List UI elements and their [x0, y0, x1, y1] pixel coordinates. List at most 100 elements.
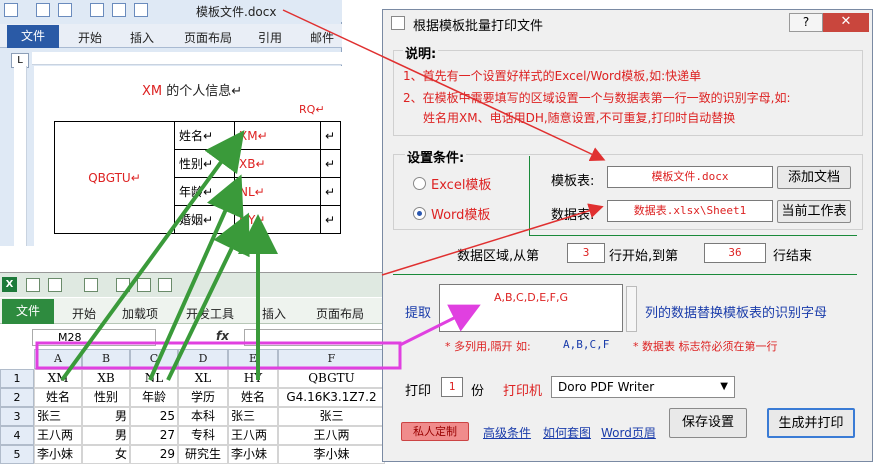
- cell[interactable]: G4.16K3.1Z7.2: [278, 388, 385, 407]
- cell[interactable]: 张三: [34, 407, 82, 426]
- extract-description: 列的数据替换模板表的识别字母: [645, 306, 828, 321]
- cell[interactable]: HY: [228, 369, 278, 388]
- cell[interactable]: 男: [82, 426, 130, 445]
- print-preview-icon[interactable]: [158, 278, 172, 292]
- word-window: 模板文件.docx 文件 开始 插入 页面布局 引用 邮件 L XM 的个人信息…: [0, 0, 342, 246]
- column-header-b[interactable]: B: [82, 349, 130, 369]
- start-row-field[interactable]: 3: [567, 243, 605, 263]
- excel-tab-home[interactable]: 开始: [72, 305, 96, 322]
- extract-note-1: * 多列用,隔开 如:: [445, 340, 531, 353]
- cell[interactable]: 李小妹: [278, 445, 385, 464]
- row-header[interactable]: 4: [0, 426, 34, 445]
- redo-icon[interactable]: [84, 278, 98, 292]
- cell[interactable]: 姓名: [228, 388, 278, 407]
- new-doc-icon[interactable]: [116, 278, 130, 292]
- custom-button[interactable]: 私人定制: [401, 422, 469, 441]
- column-header-f[interactable]: F: [278, 349, 385, 369]
- cell[interactable]: 王八两: [278, 426, 385, 445]
- how-to-template-link[interactable]: 如何套图: [543, 424, 591, 441]
- cell[interactable]: 李小妹: [228, 445, 278, 464]
- current-sheet-button[interactable]: 当前工作表: [777, 200, 851, 223]
- print-preview-icon[interactable]: [134, 3, 148, 17]
- word-header-link[interactable]: Word页眉: [601, 424, 656, 441]
- cell[interactable]: 女: [82, 445, 130, 464]
- column-header-a[interactable]: A: [34, 349, 82, 369]
- end-row-field[interactable]: 36: [704, 243, 766, 263]
- cell[interactable]: XB: [82, 369, 130, 388]
- word-template-label[interactable]: Word模板: [431, 204, 490, 223]
- undo-icon[interactable]: [48, 278, 62, 292]
- cell[interactable]: 姓名: [34, 388, 82, 407]
- cell[interactable]: XM: [34, 369, 82, 388]
- excel-tab-file[interactable]: 文件: [2, 299, 54, 324]
- printer-select[interactable]: Doro PDF Writer ▼: [551, 376, 735, 398]
- document-page[interactable]: XM 的个人信息↵ RQ↵ QBGTU↵ 姓名↵ XM↵ ↵ 性别↵ XB↵ ↵…: [34, 66, 342, 246]
- undo-icon[interactable]: [58, 3, 72, 17]
- code-cell: XB↵: [234, 149, 321, 178]
- excel-tab-addins[interactable]: 加载项: [122, 305, 158, 322]
- excel-template-radio[interactable]: [413, 177, 426, 190]
- data-sheet-label: 数据表:: [551, 208, 595, 223]
- cell[interactable]: XL: [178, 369, 228, 388]
- generate-print-button[interactable]: 生成并打印: [767, 408, 855, 438]
- excel-tab-layout[interactable]: 页面布局: [316, 305, 364, 322]
- add-document-button[interactable]: 添加文档: [777, 166, 851, 189]
- row-header[interactable]: 5: [0, 445, 34, 464]
- extract-field-scrollbar[interactable]: [626, 286, 637, 332]
- cell[interactable]: 李小妹: [34, 445, 82, 464]
- cell[interactable]: 性别: [82, 388, 130, 407]
- template-field[interactable]: 模板文件.docx: [607, 166, 773, 188]
- cell[interactable]: 年龄: [130, 388, 178, 407]
- word-tab-layout[interactable]: 页面布局: [184, 29, 232, 46]
- name-box[interactable]: M28: [32, 329, 156, 346]
- excel-tab-insert[interactable]: 插入: [262, 305, 286, 322]
- cell[interactable]: 25: [130, 407, 178, 426]
- open-folder-icon[interactable]: [137, 278, 151, 292]
- word-template-radio[interactable]: [413, 207, 426, 220]
- cell[interactable]: 张三: [228, 407, 278, 426]
- cell[interactable]: QBGTU: [278, 369, 385, 388]
- label-cell: 婚姻↵: [174, 205, 235, 234]
- redo-icon[interactable]: [90, 3, 104, 17]
- vertical-ruler[interactable]: [14, 66, 27, 246]
- save-settings-button[interactable]: 保存设置: [669, 408, 747, 438]
- excel-tab-developer[interactable]: 开发工具: [186, 305, 234, 322]
- copies-field[interactable]: 1: [441, 377, 463, 397]
- word-tab-insert[interactable]: 插入: [130, 29, 154, 46]
- cell[interactable]: 27: [130, 426, 178, 445]
- horizontal-ruler[interactable]: [32, 52, 342, 65]
- cell[interactable]: 王八两: [228, 426, 278, 445]
- column-header-c[interactable]: C: [130, 349, 178, 369]
- cell[interactable]: 29: [130, 445, 178, 464]
- word-tab-mailings[interactable]: 邮件: [310, 29, 334, 46]
- cell[interactable]: 男: [82, 407, 130, 426]
- cell[interactable]: 专科: [178, 426, 228, 445]
- new-doc-icon[interactable]: [112, 3, 126, 17]
- fx-icon[interactable]: fx: [216, 329, 229, 343]
- excel-template-label[interactable]: Excel模板: [431, 174, 491, 193]
- cell[interactable]: 学历: [178, 388, 228, 407]
- cell[interactable]: 张三: [278, 407, 385, 426]
- formula-bar[interactable]: [244, 329, 385, 346]
- column-header-d[interactable]: D: [178, 349, 228, 369]
- close-button[interactable]: ✕: [823, 13, 869, 32]
- save-icon[interactable]: [26, 278, 40, 292]
- column-header-e[interactable]: E: [228, 349, 278, 369]
- row-header[interactable]: 2: [0, 388, 34, 407]
- cell[interactable]: 本科: [178, 407, 228, 426]
- cell[interactable]: NL: [130, 369, 178, 388]
- word-tab-references[interactable]: 引用: [258, 29, 282, 46]
- save-icon[interactable]: [36, 3, 50, 17]
- instruction-line-2: 2、在模板中需要填写的区域设置一个与数据表第一行一致的识别字母,如:: [403, 91, 791, 105]
- data-sheet-field[interactable]: 数据表.xlsx\Sheet1: [607, 200, 773, 222]
- word-tab-file[interactable]: 文件: [7, 25, 59, 48]
- advanced-conditions-link[interactable]: 高级条件: [483, 424, 531, 441]
- cell[interactable]: 研究生: [178, 445, 228, 464]
- word-tab-home[interactable]: 开始: [78, 29, 102, 46]
- row-header[interactable]: 3: [0, 407, 34, 426]
- row-header[interactable]: 1: [0, 369, 34, 388]
- extract-note-example: A,B,C,F: [563, 338, 610, 351]
- help-button[interactable]: ?: [789, 13, 823, 32]
- extract-columns-field[interactable]: A,B,C,D,E,F,G: [439, 284, 623, 332]
- cell[interactable]: 王八两: [34, 426, 82, 445]
